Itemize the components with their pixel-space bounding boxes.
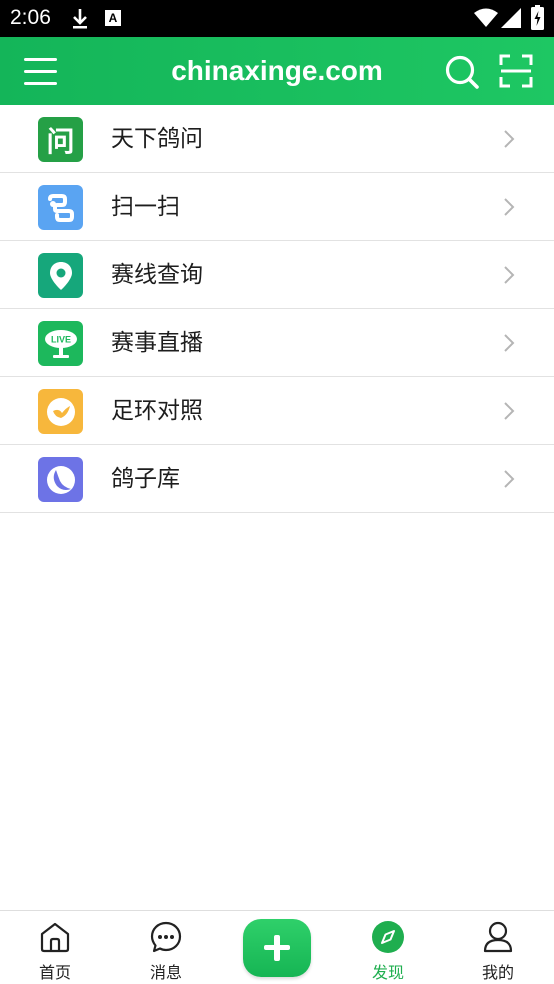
scan-icon bbox=[38, 185, 83, 230]
compass-icon bbox=[372, 921, 404, 953]
list-item-label: 足环对照 bbox=[111, 398, 203, 424]
list-item-label: 赛线查询 bbox=[111, 262, 203, 288]
chevron-right-icon bbox=[504, 130, 515, 148]
menu-button[interactable] bbox=[24, 55, 57, 87]
wen-icon: 问 bbox=[38, 117, 83, 162]
live-text: LIVE bbox=[50, 334, 70, 344]
nav-label: 我的 bbox=[481, 963, 514, 982]
download-icon bbox=[73, 9, 87, 29]
app-header: chinaxinge.com bbox=[0, 37, 554, 105]
ring-compare-icon bbox=[38, 389, 83, 434]
list-item-label: 扫一扫 bbox=[111, 194, 180, 220]
chevron-right-icon bbox=[504, 266, 515, 284]
list-item-live[interactable]: LIVE 赛事直播 bbox=[0, 309, 554, 377]
nav-item-messages[interactable]: 消息 bbox=[121, 911, 211, 984]
list-item-label: 赛事直播 bbox=[111, 330, 203, 356]
chevron-right-icon bbox=[504, 334, 515, 352]
list-item-label: 天下鸽问 bbox=[111, 126, 203, 152]
home-icon bbox=[40, 922, 70, 953]
chevron-right-icon bbox=[504, 198, 515, 216]
chevron-right-icon bbox=[504, 402, 515, 420]
user-icon bbox=[483, 921, 513, 953]
list-item-scan[interactable]: 扫一扫 bbox=[0, 173, 554, 241]
status-bar: 2:06 A bbox=[0, 0, 554, 37]
message-icon bbox=[150, 921, 182, 953]
list-item-pigeon-library[interactable]: 鸽子库 bbox=[0, 445, 554, 513]
nav-item-me[interactable]: 我的 bbox=[453, 911, 543, 984]
nav-item-home[interactable]: 首页 bbox=[10, 911, 100, 984]
wifi-icon bbox=[474, 8, 498, 27]
bottom-nav: 首页 消息 发现 我的 bbox=[0, 910, 554, 984]
scan-icon[interactable] bbox=[499, 54, 533, 88]
list-item-label: 鸽子库 bbox=[111, 466, 180, 492]
wen-icon-glyph: 问 bbox=[46, 124, 75, 158]
signal-icon bbox=[501, 8, 521, 28]
plus-icon-vertical bbox=[274, 935, 280, 961]
battery-icon bbox=[531, 5, 544, 30]
list-item-race-line[interactable]: 赛线查询 bbox=[0, 241, 554, 309]
discover-list: 问 天下鸽问 扫一扫 赛线查询 LIVE 赛事直播 足环对照 鸽子库 bbox=[0, 105, 554, 513]
list-item-ring-compare[interactable]: 足环对照 bbox=[0, 377, 554, 445]
a-icon: A bbox=[105, 10, 121, 26]
status-time: 2:06 bbox=[10, 6, 51, 29]
nav-item-discover[interactable]: 发现 bbox=[343, 911, 433, 984]
nav-label: 发现 bbox=[371, 963, 404, 982]
nav-label: 首页 bbox=[38, 963, 71, 982]
chevron-right-icon bbox=[504, 470, 515, 488]
nav-label: 消息 bbox=[149, 963, 182, 982]
pigeon-library-icon bbox=[38, 457, 83, 502]
list-item-tianxia-gewen[interactable]: 问 天下鸽问 bbox=[0, 105, 554, 173]
location-pin-icon bbox=[38, 253, 83, 298]
search-icon[interactable] bbox=[444, 54, 480, 90]
live-trophy-icon: LIVE bbox=[38, 321, 83, 366]
add-button[interactable] bbox=[243, 919, 311, 977]
